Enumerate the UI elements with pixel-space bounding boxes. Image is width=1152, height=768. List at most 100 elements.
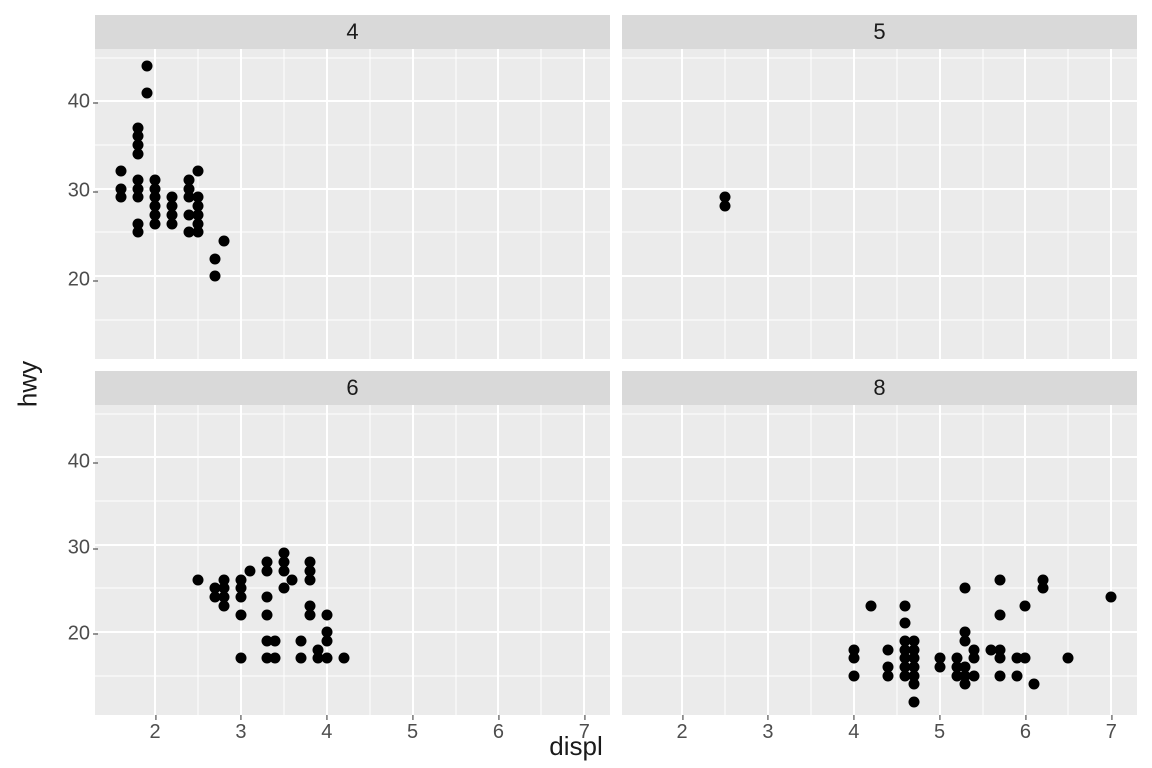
data-point <box>235 574 246 585</box>
y-axis-ticks: 203040 <box>50 411 90 715</box>
data-point <box>908 696 919 707</box>
gridline-vertical-minor <box>541 405 542 715</box>
facet-cyl-8: 8 234567 <box>622 371 1137 715</box>
gridline-horizontal <box>95 544 610 546</box>
data-point <box>960 583 971 594</box>
facet-strip: 8 <box>622 371 1137 405</box>
x-tick-label: 2 <box>150 721 161 744</box>
data-point <box>218 574 229 585</box>
x-tick-label: 6 <box>1020 721 1031 744</box>
data-point <box>261 557 272 568</box>
x-tick-label: 3 <box>762 721 773 744</box>
data-point <box>1029 679 1040 690</box>
gridline-vertical <box>681 405 683 715</box>
data-point <box>278 548 289 559</box>
data-point <box>235 653 246 664</box>
gridline-vertical <box>939 49 941 359</box>
data-point <box>296 635 307 646</box>
data-point <box>132 174 143 185</box>
data-point <box>244 565 255 576</box>
data-point <box>141 61 152 72</box>
data-point <box>270 653 281 664</box>
gridline-horizontal-minor <box>622 413 1137 414</box>
gridline-vertical <box>1110 405 1112 715</box>
x-tick-label: 5 <box>407 721 418 744</box>
data-point <box>304 600 315 611</box>
data-point <box>1020 600 1031 611</box>
data-point <box>900 600 911 611</box>
gridline-vertical-minor <box>982 49 983 359</box>
gridline-vertical <box>412 49 414 359</box>
gridline-vertical-minor <box>369 49 370 359</box>
gridline-vertical <box>497 405 499 715</box>
data-point <box>994 670 1005 681</box>
gridline-horizontal-minor <box>622 319 1137 320</box>
data-point <box>1037 574 1048 585</box>
gridline-horizontal <box>622 631 1137 633</box>
gridline-horizontal-minor <box>622 145 1137 146</box>
gridline-horizontal-minor <box>95 232 610 233</box>
gridline-horizontal-minor <box>95 57 610 58</box>
data-point <box>848 670 859 681</box>
y-axis-title: hwy <box>13 361 44 407</box>
data-point <box>994 574 1005 585</box>
gridline-horizontal-minor <box>622 232 1137 233</box>
gridline-horizontal-minor <box>95 413 610 414</box>
gridline-vertical <box>240 405 242 715</box>
gridline-horizontal-minor <box>622 588 1137 589</box>
data-point <box>193 192 204 203</box>
data-point <box>1020 653 1031 664</box>
facet-grid: 4 5 6 234567 8 234567 <box>95 15 1137 715</box>
x-tick-label: 2 <box>677 721 688 744</box>
data-point <box>883 661 894 672</box>
data-point <box>321 653 332 664</box>
y-tick-label: 40 <box>50 91 90 114</box>
gridline-vertical-minor <box>1068 49 1069 359</box>
data-point <box>321 627 332 638</box>
gridline-horizontal <box>95 188 610 190</box>
data-point <box>968 644 979 655</box>
gridline-vertical-minor <box>810 49 811 359</box>
y-tick-label: 20 <box>50 622 90 645</box>
gridline-horizontal <box>622 544 1137 546</box>
y-tick-label: 20 <box>50 269 90 292</box>
gridline-vertical <box>412 405 414 715</box>
gridline-vertical <box>497 49 499 359</box>
data-point <box>296 653 307 664</box>
data-point <box>900 618 911 629</box>
gridline-horizontal-minor <box>95 501 610 502</box>
gridline-horizontal <box>622 456 1137 458</box>
x-tick-label: 4 <box>321 721 332 744</box>
gridline-vertical-minor <box>896 405 897 715</box>
data-point <box>193 574 204 585</box>
data-point <box>184 174 195 185</box>
gridline-horizontal-minor <box>95 319 610 320</box>
x-tick-label: 4 <box>848 721 859 744</box>
gridline-vertical-minor <box>1068 405 1069 715</box>
facet-strip: 6 <box>95 371 610 405</box>
data-point <box>994 644 1005 655</box>
y-tick-label: 30 <box>50 180 90 203</box>
facet-scatter-figure: hwy displ 4 5 6 234567 8 234567 20 30 40 2… <box>0 0 1152 768</box>
data-point <box>321 609 332 620</box>
facet-cyl-6: 6 234567 <box>95 371 610 715</box>
gridline-vertical-minor <box>283 49 284 359</box>
x-axis-title: displ <box>549 731 602 762</box>
gridline-vertical-minor <box>198 405 199 715</box>
gridline-horizontal-minor <box>95 588 610 589</box>
gridline-horizontal-minor <box>95 675 610 676</box>
data-point <box>218 236 229 247</box>
gridline-horizontal <box>622 188 1137 190</box>
gridline-horizontal-minor <box>622 57 1137 58</box>
data-point <box>960 627 971 638</box>
plot-panel <box>95 49 610 359</box>
gridline-vertical-minor <box>982 405 983 715</box>
data-point <box>1063 653 1074 664</box>
gridline-vertical-minor <box>455 49 456 359</box>
gridline-vertical <box>681 49 683 359</box>
data-point <box>261 609 272 620</box>
plot-panel <box>622 405 1137 715</box>
data-point <box>141 87 152 98</box>
y-axis-ticks: 20 30 40 <box>50 49 90 365</box>
facet-cyl-4: 4 <box>95 15 610 359</box>
